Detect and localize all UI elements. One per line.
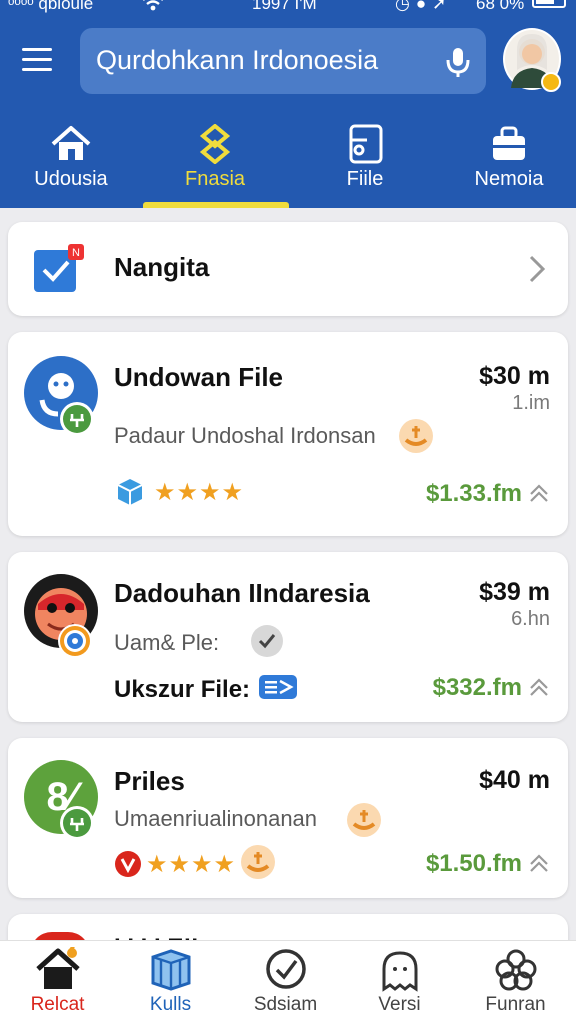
file-subtitle: Umaenriualinonanan: [114, 806, 318, 831]
file-name: Undowan File: [114, 362, 283, 392]
plug-icon: [60, 402, 94, 436]
check-circle-icon: [262, 947, 310, 993]
file-card[interactable]: 8⁄ Priles $40 m Umaenriualinonanan ★★★★ …: [8, 738, 568, 898]
chevron-up-icon[interactable]: [528, 676, 550, 698]
check-circle-icon: [250, 624, 284, 658]
verified-badge-icon: [541, 72, 561, 92]
nav-label: Funran: [485, 994, 546, 1015]
battery-percent: 68 0%: [476, 0, 525, 13]
status-bar: ᵒᵒᵒᵒ qbloule 1997 I'M ◷●➚ 68 0%: [0, 0, 576, 20]
tab-label: Fiile: [346, 168, 384, 190]
tab-fnasia[interactable]: Fnasia: [154, 118, 276, 208]
tab-nemoia[interactable]: Nemoia: [450, 118, 568, 208]
cube-icon: [114, 476, 146, 508]
nangita-card[interactable]: N Nangita: [8, 222, 568, 316]
file-icon: [343, 124, 387, 164]
battery-icon: [532, 0, 566, 8]
verified-v-icon: [114, 850, 142, 878]
bottom-navigation: Relcat Kulls Sdsiam Versi Funran: [0, 940, 576, 1024]
file-price: $40 m: [479, 766, 550, 794]
tab-udousia[interactable]: Udousia: [12, 118, 130, 208]
nav-label: Versi: [378, 994, 421, 1015]
home-icon: [34, 943, 82, 993]
bottom-nav-relcat[interactable]: Relcat: [0, 941, 115, 1024]
hamburger-menu-icon[interactable]: [22, 48, 58, 74]
file-subtitle: Padaur Undoshal Irdonsan: [114, 423, 376, 448]
notification-badge: N: [72, 247, 80, 259]
bottom-nav-kulls[interactable]: Kulls: [113, 941, 228, 1024]
file-size: 6.hn: [511, 608, 550, 630]
file-total: $332.fm: [432, 674, 522, 701]
home-icon: [49, 124, 93, 164]
wifi-icon: [142, 0, 164, 17]
settings-icon: [58, 624, 92, 658]
file-size: 1.im: [512, 392, 550, 414]
category-tabs: Udousia Fnasia Fiile Nemoia: [0, 118, 576, 208]
plug-icon: [60, 806, 94, 840]
file-label: Ukszur File:: [114, 676, 251, 703]
nav-label: Sdsiam: [253, 994, 318, 1015]
file-price: $39 m: [479, 578, 550, 606]
bottom-nav-versi[interactable]: Versi: [342, 941, 457, 1024]
active-tab-indicator: [143, 202, 289, 208]
file-card[interactable]: Dadouhan IIndaresia $39 m 6.hn Uam& Ple:…: [8, 552, 568, 722]
clock: 1997 I'M: [252, 0, 317, 13]
coin-icon: [398, 418, 434, 454]
chevron-up-icon[interactable]: [528, 852, 550, 874]
nav-label: Kulls: [149, 994, 192, 1015]
file-name: Priles: [114, 766, 185, 796]
search-query: Qurdohkann Irdonoesia: [96, 45, 379, 75]
profile-avatar[interactable]: [503, 28, 561, 92]
box-icon: [147, 947, 195, 993]
bottom-nav-sdsiam[interactable]: Sdsiam: [228, 941, 343, 1024]
search-input[interactable]: Qurdohkann Irdonoesia: [80, 28, 486, 94]
microphone-icon[interactable]: [440, 42, 476, 80]
file-price: $30 m: [479, 362, 550, 390]
tab-label: Udousia: [34, 168, 108, 190]
finance-icon: [193, 123, 237, 165]
tab-label: Fnasia: [184, 168, 246, 190]
file-total: $1.33.fm: [425, 480, 522, 507]
briefcase-icon: [487, 124, 531, 164]
chevron-up-icon[interactable]: [528, 482, 550, 504]
system-icons: ◷●➚: [395, 0, 453, 13]
ghost-icon: [376, 947, 424, 993]
chevron-right-icon: [526, 254, 548, 284]
rating-stars: ★★★★: [146, 851, 237, 878]
coin-icon: [346, 802, 382, 838]
card-title: Nangita: [114, 252, 210, 282]
rating-stars: ★★★★: [154, 479, 245, 506]
flower-icon: [492, 947, 540, 993]
app-header: ᵒᵒᵒᵒ qbloule 1997 I'M ◷●➚ 68 0% Qurdohka…: [0, 0, 576, 208]
coin-icon: [240, 844, 276, 880]
checkbox-icon: N: [32, 244, 84, 294]
tab-fiile[interactable]: Fiile: [306, 118, 424, 208]
email-icon: [258, 672, 298, 702]
tab-label: Nemoia: [474, 168, 544, 190]
file-total: $1.50.fm: [425, 850, 522, 877]
file-subtitle: Uam& Ple:: [114, 630, 220, 655]
file-name: Dadouhan IIndaresia: [114, 578, 370, 608]
nav-label: Relcat: [30, 994, 85, 1015]
bottom-nav-funran[interactable]: Funran: [458, 941, 573, 1024]
carrier-label: ᵒᵒᵒᵒ qbloule: [8, 0, 94, 13]
file-card[interactable]: Undowan File $30 m 1.im Padaur Undoshal …: [8, 332, 568, 536]
